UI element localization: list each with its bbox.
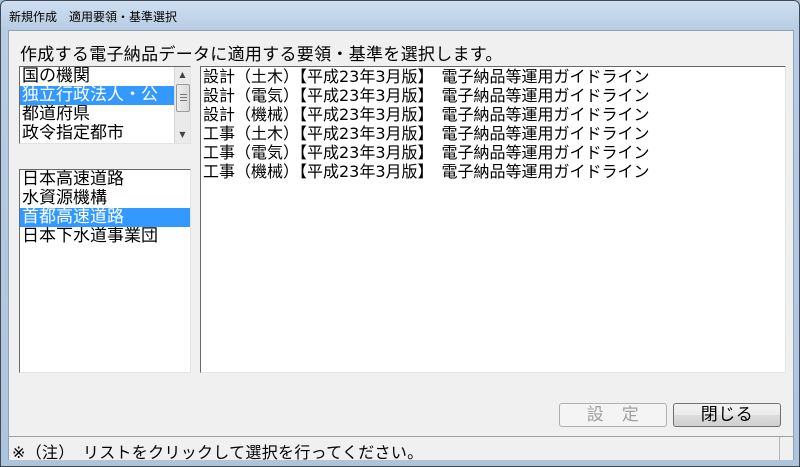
org-type-scrollbar[interactable]: ▲ ▼ (174, 67, 190, 143)
list-item-guideline-1[interactable]: 設計（電気）【平成23年3月版】 電子納品等運用ガイドライン (201, 86, 785, 105)
list-item-org-type-1[interactable]: 独立行政法人・公 (20, 86, 174, 105)
list-item-org-2[interactable]: 首都高速道路 (20, 208, 190, 227)
status-bar: ※（注） リストをクリックして選択を行ってください。 (9, 436, 793, 462)
instruction-text: 作成する電子納品データに適用する要領・基準を選択します。 (20, 45, 503, 65)
organization-list[interactable]: 日本高速道路 水資源機構 首都高速道路 日本下水道事業団 (19, 169, 191, 373)
list-item-guideline-0[interactable]: 設計（土木）【平成23年3月版】 電子納品等運用ガイドライン (201, 67, 785, 86)
window-title: 新規作成 適用要領・基準選択 (9, 10, 178, 24)
set-button[interactable]: 設 定 (559, 403, 667, 427)
list-item-org-type-2[interactable]: 都道府県 (20, 105, 174, 124)
list-item-org-0[interactable]: 日本高速道路 (20, 170, 190, 189)
close-button[interactable]: 閉じる (673, 403, 781, 427)
list-item-org-type-3[interactable]: 政令指定都市 (20, 124, 174, 143)
list-item-org-3[interactable]: 日本下水道事業団 (20, 227, 190, 246)
list-item-guideline-4[interactable]: 工事（電気）【平成23年3月版】 電子納品等運用ガイドライン (201, 143, 785, 162)
status-divider (779, 437, 780, 460)
arrow-down-icon[interactable]: ▼ (175, 127, 190, 143)
guideline-list[interactable]: 設計（土木）【平成23年3月版】 電子納品等運用ガイドライン 設計（電気）【平成… (200, 66, 786, 373)
scrollbar-thumb[interactable] (176, 84, 190, 112)
status-note: ※（注） リストをクリックして選択を行ってください。 (12, 443, 424, 462)
arrow-up-icon[interactable]: ▲ (175, 67, 190, 83)
organization-type-list[interactable]: 国の機関 独立行政法人・公 都道府県 政令指定都市 ▲ ▼ (19, 66, 191, 144)
list-item-org-1[interactable]: 水資源機構 (20, 189, 190, 208)
list-item-org-type-0[interactable]: 国の機関 (20, 67, 174, 86)
dialog-window: 新規作成 適用要領・基準選択 作成する電子納品データに適用する要領・基準を選択し… (0, 0, 800, 467)
dialog-client-area: 作成する電子納品データに適用する要領・基準を選択します。 国の機関 独立行政法人… (8, 30, 794, 462)
list-item-guideline-5[interactable]: 工事（機械）【平成23年3月版】 電子納品等運用ガイドライン (201, 162, 785, 181)
list-item-guideline-3[interactable]: 工事（土木）【平成23年3月版】 電子納品等運用ガイドライン (201, 124, 785, 143)
list-item-guideline-2[interactable]: 設計（機械）【平成23年3月版】 電子納品等運用ガイドライン (201, 105, 785, 124)
title-bar[interactable]: 新規作成 適用要領・基準選択 (1, 1, 799, 29)
